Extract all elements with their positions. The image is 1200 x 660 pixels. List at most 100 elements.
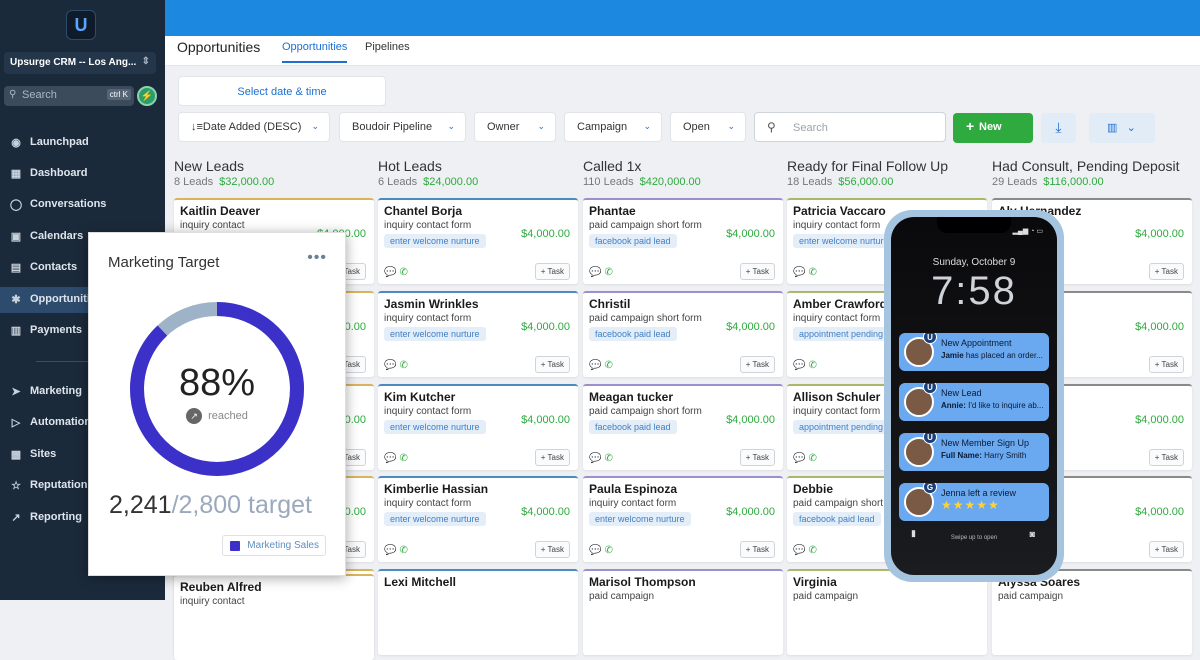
pipeline-dropdown[interactable]: Boudoir Pipeline ⌄ — [339, 112, 466, 142]
opportunity-card[interactable]: Meagan tucker paid campaign short form $4,… — [583, 384, 783, 470]
opportunity-card[interactable]: Lexi Mitchell — [378, 569, 578, 655]
sidebar-item-conversations[interactable]: ◯ Conversations — [0, 192, 165, 218]
chat-icon[interactable]: 💬 — [384, 360, 396, 371]
legend-marketing-sales[interactable]: Marketing Sales — [222, 535, 326, 556]
notification-card[interactable]: U New Member Sign Up Full Name: Harry Smit… — [899, 433, 1049, 471]
card-source: inquiry contact — [180, 220, 245, 231]
add-task-button[interactable]: + Task — [534, 356, 570, 373]
card-contact-name: Kim Kutcher — [384, 390, 456, 404]
add-task-button[interactable]: + Task — [739, 541, 775, 558]
phone-icon[interactable]: ✆ — [399, 360, 407, 371]
card-actions: 💬✆ — [589, 360, 613, 371]
phone-icon[interactable]: ✆ — [399, 453, 407, 464]
card-contact-name: Reuben Alfred — [180, 580, 262, 594]
chat-icon[interactable]: 💬 — [793, 453, 805, 464]
camera-icon[interactable]: ◙ — [1030, 529, 1035, 539]
owner-dropdown[interactable]: Owner ⌄ — [474, 112, 556, 142]
sort-dropdown[interactable]: ↓≡Date Added (DESC) ⌄ — [178, 112, 330, 142]
phone-mockup: ▂▄▆ ◔ ▭ Sunday, October 9 7:58 U New Appo… — [884, 210, 1064, 582]
card-tag: appointment pending — [793, 327, 890, 341]
opportunity-card[interactable]: Jasmin Wrinkles inquiry contact form $4,00… — [378, 291, 578, 377]
opportunity-card[interactable]: Kimberlie Hassian inquiry contact form $4,… — [378, 476, 578, 562]
phone-icon[interactable]: ✆ — [604, 453, 612, 464]
sidebar-item-launchpad[interactable]: ◉ Launchpad — [0, 130, 165, 156]
marketing-target-widget: Marketing Target ••• 88% ↗ reached 2,241/… — [88, 232, 346, 576]
column-summary: 110 Leads $420,000.00 — [583, 176, 783, 188]
account-name: Upsurge CRM -- Los Ang... — [10, 57, 137, 68]
phone-icon[interactable]: ✆ — [808, 360, 816, 371]
date-picker[interactable]: Select date & time — [178, 76, 386, 106]
add-task-button[interactable]: + Task — [1148, 263, 1184, 280]
opportunity-card[interactable]: Kim Kutcher inquiry contact form $4,000.00… — [378, 384, 578, 470]
add-task-button[interactable]: + Task — [739, 356, 775, 373]
phone-icon[interactable]: ✆ — [808, 267, 816, 278]
notification-card[interactable]: U New Appointment Jamie has placed an orde… — [899, 333, 1049, 371]
card-tag: facebook paid lead — [589, 327, 677, 341]
view-toggle-button[interactable]: ▥ ⌄ — [1089, 113, 1155, 143]
new-opportunity-button[interactable]: + New — [953, 113, 1033, 143]
add-task-button[interactable]: + Task — [739, 449, 775, 466]
quick-action-bolt-icon[interactable]: ⚡ — [137, 86, 157, 106]
opportunity-card[interactable]: Paula Espinoza inquiry contact form $4,000… — [583, 476, 783, 562]
add-task-button[interactable]: + Task — [1148, 356, 1184, 373]
status-label: Open — [683, 121, 710, 133]
chat-icon[interactable]: 💬 — [793, 360, 805, 371]
column-called-1x: Called 1x 110 Leads $420,000.00 — [583, 158, 783, 188]
add-task-button[interactable]: + Task — [739, 263, 775, 280]
add-task-button[interactable]: + Task — [1148, 541, 1184, 558]
percent-value: 88% — [178, 362, 256, 404]
card-source: paid campaign — [589, 591, 655, 602]
chat-icon[interactable]: 💬 — [384, 545, 396, 556]
chevron-down-icon: ⌄ — [537, 121, 545, 131]
tab-opportunities[interactable]: Opportunities — [282, 41, 348, 63]
new-button-label: New — [979, 121, 1002, 133]
chat-icon[interactable]: 💬 — [589, 453, 601, 464]
campaign-dropdown[interactable]: Campaign ⌄ — [564, 112, 662, 142]
card-tag: enter welcome nurture — [384, 234, 486, 248]
add-task-button[interactable]: + Task — [1148, 449, 1184, 466]
card-actions: 💬✆ — [793, 360, 817, 371]
notification-card[interactable]: G Jenna left a review ★★★★★ — [899, 483, 1049, 521]
board-search-input[interactable]: ⚲ Search — [754, 112, 946, 142]
sidebar-item-dashboard[interactable]: ▦ Dashboard — [0, 161, 165, 187]
column-hot-leads: Hot Leads 6 Leads $24,000.00 — [378, 158, 578, 188]
sort-icon: ↓≡ — [191, 121, 203, 133]
opportunity-card[interactable]: Phantae paid campaign short form $4,000.00… — [583, 198, 783, 284]
phone-icon[interactable]: ✆ — [808, 453, 816, 464]
phone-icon[interactable]: ✆ — [399, 545, 407, 556]
notification-body: Jamie has placed an order... — [941, 351, 1045, 360]
chat-icon[interactable]: 💬 — [589, 545, 601, 556]
phone-icon[interactable]: ✆ — [604, 360, 612, 371]
card-value: $4,000.00 — [1135, 228, 1184, 240]
legend-label: Marketing Sales — [247, 540, 319, 551]
add-task-button[interactable]: + Task — [534, 263, 570, 280]
column-summary: 6 Leads $24,000.00 — [378, 176, 578, 188]
chat-icon[interactable]: 💬 — [384, 453, 396, 464]
add-task-button[interactable]: + Task — [534, 449, 570, 466]
card-actions: 💬✆ — [589, 545, 613, 556]
chat-icon[interactable]: 💬 — [384, 267, 396, 278]
opportunity-card[interactable]: Christil paid campaign short form $4,000.0… — [583, 291, 783, 377]
chat-icon[interactable]: 💬 — [589, 360, 601, 371]
sidebar-search-input[interactable]: ⚲ Search ctrl K — [4, 86, 134, 106]
tab-pipelines[interactable]: Pipelines — [365, 41, 410, 53]
phone-icon[interactable]: ✆ — [808, 545, 816, 556]
app-logo[interactable]: U — [66, 10, 96, 40]
account-switcher[interactable]: Upsurge CRM -- Los Ang... ⇕ — [4, 52, 156, 74]
notification-card[interactable]: U New Lead Annie: I'd like to inquire ab..… — [899, 383, 1049, 421]
column-count: 6 Leads — [378, 176, 418, 188]
phone-icon[interactable]: ✆ — [604, 267, 612, 278]
card-contact-name: Paula Espinoza — [589, 482, 678, 496]
download-button[interactable]: ⤓ — [1041, 113, 1076, 143]
notification-app-badge: G — [923, 483, 937, 494]
opportunity-card[interactable]: Marisol Thompson paid campaign — [583, 569, 783, 655]
add-task-button[interactable]: + Task — [534, 541, 570, 558]
status-dropdown[interactable]: Open ⌄ — [670, 112, 746, 142]
phone-icon[interactable]: ✆ — [399, 267, 407, 278]
chat-icon[interactable]: 💬 — [793, 267, 805, 278]
opportunity-card[interactable]: Chantel Borja inquiry contact form $4,000.… — [378, 198, 578, 284]
chat-icon[interactable]: 💬 — [589, 267, 601, 278]
opportunity-card[interactable]: Reuben Alfred inquiry contact — [174, 574, 374, 660]
phone-icon[interactable]: ✆ — [604, 545, 612, 556]
chat-icon[interactable]: 💬 — [793, 545, 805, 556]
